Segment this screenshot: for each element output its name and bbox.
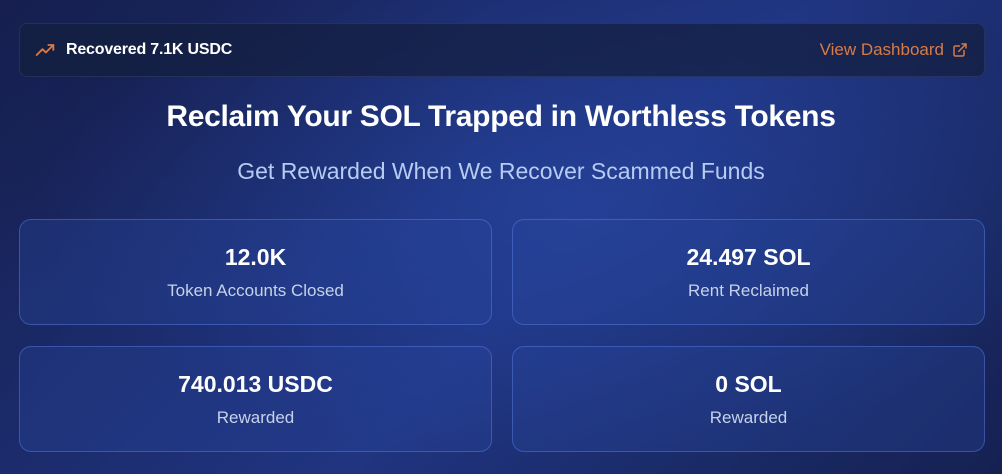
stat-card-token-accounts-closed: 12.0K Token Accounts Closed: [19, 219, 492, 325]
stat-label: Rent Reclaimed: [688, 280, 809, 300]
stat-value: 0 SOL: [715, 370, 782, 397]
stat-label: Token Accounts Closed: [167, 280, 344, 300]
external-link-icon: [952, 42, 968, 58]
view-dashboard-link[interactable]: View Dashboard: [820, 40, 968, 60]
hero-subtitle: Get Rewarded When We Recover Scammed Fun…: [237, 158, 765, 184]
recovered-amount-text: Recovered 7.1K USDC: [66, 41, 233, 58]
stat-card-usdc-rewarded: 740.013 USDC Rewarded: [19, 346, 492, 452]
stat-card-rent-reclaimed: 24.497 SOL Rent Reclaimed: [512, 219, 985, 325]
stat-value: 12.0K: [224, 243, 287, 270]
hero-title: Reclaim Your SOL Trapped in Worthless To…: [166, 100, 836, 133]
recovered-banner: Recovered 7.1K USDC View Dashboard: [19, 23, 985, 77]
stat-value: 24.497 SOL: [686, 243, 811, 270]
stat-label: Rewarded: [709, 407, 788, 427]
stat-card-sol-rewarded: 0 SOL Rewarded: [512, 346, 985, 452]
stat-label: Rewarded: [216, 407, 295, 427]
recovered-summary: Recovered 7.1K USDC: [35, 40, 232, 60]
trending-up-icon: [35, 40, 55, 60]
view-dashboard-label: View Dashboard: [819, 40, 944, 59]
stat-value: 740.013 USDC: [178, 370, 333, 397]
